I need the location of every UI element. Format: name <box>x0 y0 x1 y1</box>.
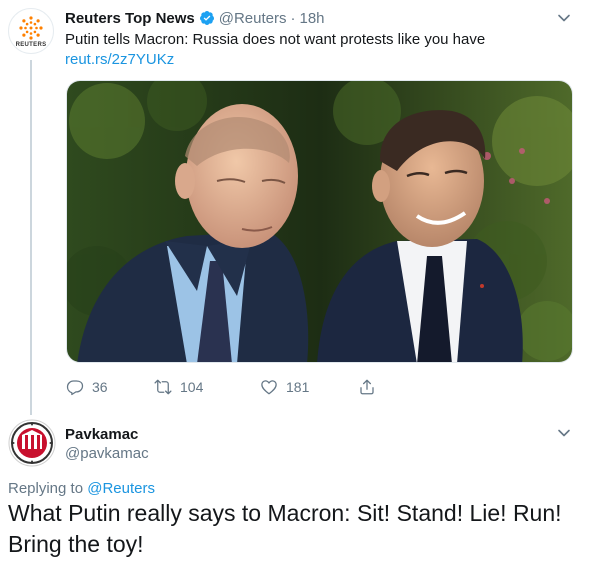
reply-author-handle[interactable]: @pavkamac <box>65 445 149 462</box>
avatar-wordmark: REUTERS <box>15 41 47 48</box>
retweet-action[interactable]: 104 <box>154 378 260 396</box>
tweet-timestamp[interactable]: 18h <box>300 10 325 27</box>
tweet-text: Putin tells Macron: Russia does not want… <box>65 31 486 48</box>
tweet-header: Reuters Top News @Reuters · 18h <box>65 8 325 28</box>
reply-count: 36 <box>92 379 108 395</box>
share-icon <box>360 379 374 395</box>
replying-to-link[interactable]: @Reuters <box>87 480 155 497</box>
author-handle[interactable]: @Reuters <box>219 10 287 27</box>
reply-text: What Putin really says to Macron: Sit! S… <box>8 500 562 557</box>
reply-action[interactable]: 36 <box>66 378 154 396</box>
tweet-reuters[interactable]: REUTERS Reuters Top News @Reuters · 18h … <box>0 0 593 415</box>
thread-line <box>30 60 32 415</box>
tweet-link[interactable]: reut.rs/2z7YUKz <box>65 50 174 70</box>
separator-dot: · <box>290 9 296 27</box>
reuters-logo <box>19 15 43 40</box>
avatar-image <box>8 419 56 467</box>
author-name[interactable]: Reuters Top News <box>65 10 195 27</box>
like-action[interactable]: 181 <box>260 378 358 396</box>
reply-icon <box>66 380 84 396</box>
like-count: 181 <box>286 379 310 395</box>
verified-badge-icon <box>199 11 214 25</box>
replying-to: Replying to @Reuters <box>8 480 155 497</box>
reuters-avatar[interactable]: REUTERS <box>8 8 54 54</box>
tweet-photo[interactable] <box>66 80 573 363</box>
like-icon <box>261 380 277 395</box>
pavkamac-avatar[interactable] <box>8 419 56 467</box>
reply-author-name[interactable]: Pavkamac <box>65 426 138 443</box>
chevron-down-icon[interactable] <box>557 426 571 440</box>
retweet-count: 104 <box>180 379 204 395</box>
share-action[interactable] <box>358 378 376 396</box>
avatar-column: REUTERS <box>8 8 54 54</box>
chevron-down-icon[interactable] <box>557 11 571 25</box>
photo-image <box>67 81 572 362</box>
replying-prefix: Replying to <box>8 480 88 497</box>
retweet-icon <box>154 379 172 395</box>
tweet-actions: 36 104 181 <box>66 378 376 396</box>
tweet-reply[interactable]: Pavkamac @pavkamac Replying to @Reuters … <box>0 414 593 566</box>
